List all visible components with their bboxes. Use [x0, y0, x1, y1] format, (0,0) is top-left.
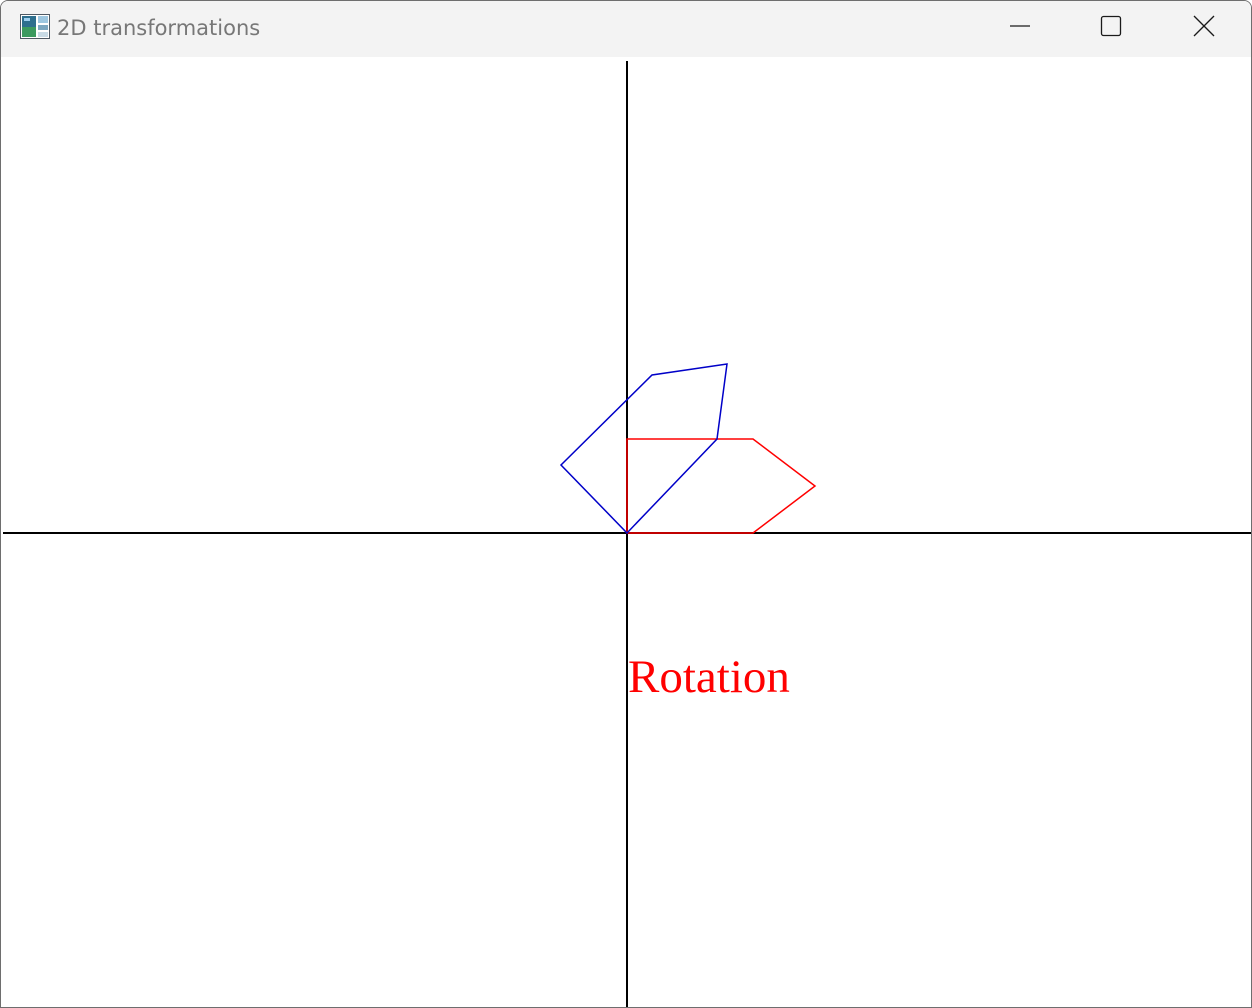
window-title: 2D transformations — [57, 16, 261, 40]
minimize-button[interactable] — [974, 1, 1066, 51]
close-button[interactable] — [1158, 1, 1250, 51]
minimize-icon — [1010, 25, 1030, 27]
original-shape — [626, 438, 817, 534]
drawing-area: Rotation — [3, 57, 1251, 1007]
graphics-canvas — [3, 61, 1251, 1007]
app-window: 2D transformations Rotation — [0, 0, 1252, 1008]
rotated-shape — [559, 363, 728, 535]
close-icon — [1193, 15, 1215, 37]
transformation-caption: Rotation — [628, 651, 790, 703]
maximize-icon — [1100, 15, 1122, 37]
title-bar[interactable]: 2D transformations — [1, 1, 1251, 57]
application-icon — [20, 14, 50, 39]
maximize-button[interactable] — [1065, 1, 1157, 51]
